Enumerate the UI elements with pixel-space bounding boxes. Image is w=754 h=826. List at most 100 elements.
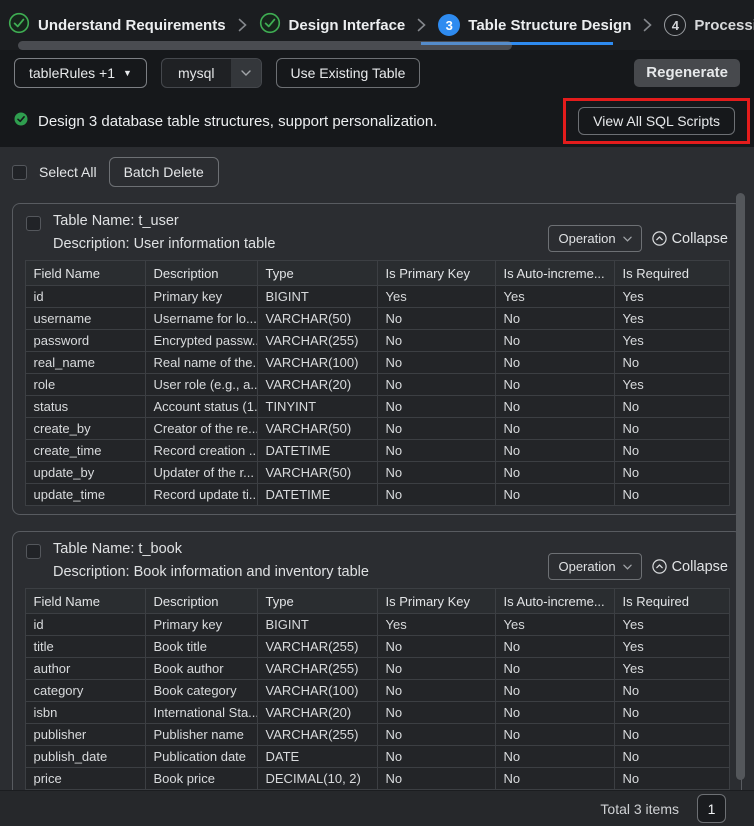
table-cell: Publisher name [145,724,257,746]
table-cell: No [377,724,495,746]
table-cell: VARCHAR(50) [257,308,377,330]
table-cell: update_by [25,462,145,484]
table-cell: Yes [614,308,729,330]
database-select[interactable]: mysql [161,58,262,88]
red-highlight-box: View All SQL Scripts [563,98,750,144]
table-cell: Updater of the r... [145,462,257,484]
card-titles: Table Name: t_book Description: Book inf… [53,541,369,580]
column-header: Is Required [614,261,729,286]
step-processing-logic[interactable]: 4 Processing L [664,14,754,36]
table-cell: No [614,418,729,440]
table-cell: No [495,636,614,658]
table-cell: role [25,374,145,396]
table-cell: No [614,724,729,746]
table-cell: No [614,702,729,724]
table-select-checkbox[interactable] [26,544,41,559]
table-cell: VARCHAR(255) [257,636,377,658]
step-number-badge: 3 [438,14,460,36]
table-name: Table Name: t_book [53,541,369,557]
card-titles: Table Name: t_user Description: User inf… [53,213,275,252]
step-table-structure-design[interactable]: 3 Table Structure Design [438,14,631,36]
table-cell: No [377,484,495,506]
operation-select-value: Operation [558,559,615,574]
use-existing-table-button[interactable]: Use Existing Table [276,58,421,88]
table-cell: No [377,636,495,658]
header: Understand Requirements Design Interface… [0,0,754,147]
table-row: categoryBook categoryVARCHAR(100)NoNoNo [25,680,729,702]
operation-select[interactable]: Operation [548,225,641,252]
step-label: Understand Requirements [38,17,226,34]
table-cell: No [377,396,495,418]
table-cell: Yes [614,614,729,636]
table-cell: No [495,768,614,790]
use-existing-table-label: Use Existing Table [291,65,406,81]
table-cell: Primary key [145,614,257,636]
table-cell: No [377,352,495,374]
table-cell: No [495,330,614,352]
table-description: Description: User information table [53,236,275,252]
table-cell: Account status (1... [145,396,257,418]
horizontal-scrollbar[interactable] [18,41,512,50]
table-cell: Yes [614,658,729,680]
table-cell: No [377,440,495,462]
select-all-checkbox[interactable] [12,165,27,180]
operation-select[interactable]: Operation [548,553,641,580]
table-card-t-user: Table Name: t_user Description: User inf… [12,203,742,515]
table-cell: DATE [257,746,377,768]
table-cell: No [614,746,729,768]
table-cell: No [377,702,495,724]
chevron-down-icon [623,564,632,570]
column-header: Field Name [25,261,145,286]
table-cell: create_time [25,440,145,462]
view-all-sql-scripts-button[interactable]: View All SQL Scripts [578,107,735,135]
column-header: Type [257,589,377,614]
table-cell: Record update ti... [145,484,257,506]
card-actions: Operation Collapse [548,553,728,580]
regenerate-button[interactable]: Regenerate [634,59,740,87]
status-bar: Design 3 database table structures, supp… [0,95,754,147]
step-design-interface[interactable]: Design Interface [259,12,406,39]
table-cell: No [495,352,614,374]
collapse-button[interactable]: Collapse [652,231,728,247]
table-cell: VARCHAR(20) [257,702,377,724]
table-row: real_nameReal name of the...VARCHAR(100)… [25,352,729,374]
table-cell: No [377,658,495,680]
table-cell: Book category [145,680,257,702]
column-header: Is Required [614,589,729,614]
fields-table-head: Field NameDescriptionTypeIs Primary KeyI… [25,589,729,614]
select-all-label: Select All [39,164,97,180]
column-header: Is Primary Key [377,261,495,286]
vertical-scrollbar[interactable] [736,193,745,780]
step-understand-requirements[interactable]: Understand Requirements [8,12,226,39]
table-cell: International Sta... [145,702,257,724]
table-cell: No [377,330,495,352]
page-1-button[interactable]: 1 [697,794,726,823]
table-cell: No [495,746,614,768]
collapse-circle-icon [652,231,667,246]
table-description: Description: Book information and invent… [53,564,369,580]
table-cell: Yes [614,286,729,308]
collapse-button[interactable]: Collapse [652,559,728,575]
table-cell: BIGINT [257,286,377,308]
batch-delete-button[interactable]: Batch Delete [109,157,219,187]
table-cell: VARCHAR(255) [257,658,377,680]
chevron-right-icon [643,18,652,32]
table-row: publisherPublisher nameVARCHAR(255)NoNoN… [25,724,729,746]
header-row: Field NameDescriptionTypeIs Primary KeyI… [25,261,729,286]
table-cell: VARCHAR(50) [257,418,377,440]
caret-down-icon: ▼ [123,68,132,78]
table-select-checkbox[interactable] [26,216,41,231]
table-row: isbnInternational Sta...VARCHAR(20)NoNoN… [25,702,729,724]
table-cell: category [25,680,145,702]
operation-select-value: Operation [558,231,615,246]
table-cell: VARCHAR(255) [257,724,377,746]
table-row: idPrimary keyBIGINTYesYesYes [25,286,729,308]
table-cell: username [25,308,145,330]
table-cell: id [25,614,145,636]
table-cell: No [377,680,495,702]
table-cell: Book price [145,768,257,790]
table-cell: Yes [377,614,495,636]
table-rules-dropdown[interactable]: tableRules +1 ▼ [14,58,147,88]
card-header: Table Name: t_book Description: Book inf… [18,532,736,588]
table-cell: VARCHAR(100) [257,352,377,374]
